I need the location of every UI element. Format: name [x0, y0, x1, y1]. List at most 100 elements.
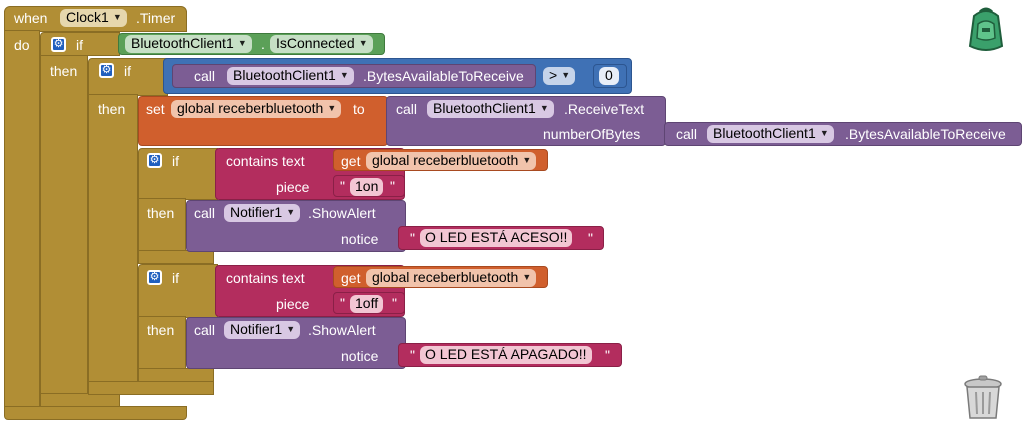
gear-icon[interactable]: ⚙ [99, 63, 114, 78]
bytes-available-method-label: .BytesAvailableToReceive [363, 68, 524, 84]
bluetooth-component-label: BluetoothClient1 [131, 35, 234, 51]
close-quote: " [390, 178, 395, 194]
is-connected-property-dropdown[interactable]: IsConnected ▼ [270, 35, 373, 53]
open-quote: " [410, 347, 415, 363]
receive-call-label: call [396, 101, 418, 117]
event-do-spine [4, 30, 40, 410]
bluetooth-component-label: BluetoothClient1 [713, 125, 816, 141]
close-quote: " [588, 230, 593, 246]
if1-then-label: then [50, 63, 78, 79]
compare-operator-dropdown[interactable]: > ▼ [543, 67, 576, 85]
bluetooth-component-dropdown[interactable]: BluetoothClient1 ▼ [707, 125, 834, 143]
if3-if-label: if [172, 153, 179, 169]
bluetooth-component-label: BluetoothClient1 [233, 67, 336, 83]
get-variable-name: global receberbluetooth [372, 269, 519, 285]
notice-message-value: O LED ESTÁ APAGADO!! [425, 346, 587, 362]
notice-text-field[interactable]: O LED ESTÁ APAGADO!! [420, 346, 592, 364]
notice-text-field[interactable]: O LED ESTÁ ACESO!! [420, 229, 573, 247]
get-variable-dropdown[interactable]: global receberbluetooth ▼ [366, 269, 537, 287]
if2-if-label: if [124, 63, 131, 79]
notice-param-label: notice [341, 348, 379, 364]
piece-text-value: 1off [355, 295, 379, 311]
notifier-component-label: Notifier1 [230, 321, 283, 337]
open-quote: " [410, 230, 415, 246]
set-variable-name: global receberbluetooth [177, 100, 324, 116]
piece-text-field[interactable]: 1on [350, 178, 384, 196]
when-label: when [14, 10, 48, 26]
chevron-down-icon: ▼ [539, 103, 549, 113]
show-alert-call-label: call [194, 205, 216, 221]
chevron-down-icon: ▼ [327, 103, 337, 113]
do-label: do [14, 37, 30, 53]
piece-label: piece [276, 296, 310, 312]
piece-text-value: 1on [355, 178, 379, 194]
contains-text-label: contains text [226, 270, 305, 286]
if1-if-label: if [76, 37, 83, 53]
piece-label: piece [276, 179, 310, 195]
if-connected-bottom [40, 393, 120, 407]
show-alert-call-label: call [194, 322, 216, 338]
if4-if-label: if [172, 270, 179, 286]
trash-icon[interactable] [960, 374, 1006, 420]
get-variable-name: global receberbluetooth [372, 152, 519, 168]
notice-param-label: notice [341, 231, 379, 247]
chevron-down-icon: ▼ [522, 272, 532, 282]
set-variable-dropdown[interactable]: global receberbluetooth ▼ [171, 100, 342, 118]
dot-label: . [261, 36, 265, 52]
bluetooth-component-dropdown[interactable]: BluetoothClient1 ▼ [227, 67, 354, 85]
bytes-available-method-label: .BytesAvailableToReceive [845, 126, 1006, 142]
timer-event-label: .Timer [136, 10, 176, 26]
if-led-off-bottom [138, 368, 214, 382]
receive-text-method-label: .ReceiveText [564, 101, 645, 117]
contains-text-label: contains text [226, 153, 305, 169]
notifier-component-label: Notifier1 [230, 204, 283, 220]
event-bottom-bar [4, 406, 187, 420]
if-connected-spine [40, 55, 88, 395]
gear-icon[interactable]: ⚙ [51, 37, 66, 52]
number-of-bytes-param-label: numberOfBytes [543, 126, 641, 142]
chevron-down-icon: ▼ [286, 207, 296, 217]
chevron-down-icon: ▼ [358, 38, 368, 48]
chevron-down-icon: ▼ [286, 324, 296, 334]
if-bytes-bottom [88, 381, 214, 395]
notice-message-value: O LED ESTÁ ACESO!! [425, 229, 568, 245]
chevron-down-icon: ▼ [339, 70, 349, 80]
set-to-label: to [353, 101, 365, 117]
number-value: 0 [605, 67, 613, 83]
bluetooth-component-dropdown[interactable]: BluetoothClient1 ▼ [427, 100, 554, 118]
clock-component-label: Clock1 [66, 9, 109, 25]
chevron-down-icon: ▼ [522, 155, 532, 165]
notifier-component-dropdown[interactable]: Notifier1 ▼ [224, 321, 301, 339]
gear-icon[interactable]: ⚙ [147, 270, 162, 285]
gear-icon[interactable]: ⚙ [147, 153, 162, 168]
get-label: get [341, 270, 361, 286]
number-zero-field[interactable]: 0 [599, 67, 619, 85]
bytes-call-label: call [676, 126, 698, 142]
if4-then-label: then [147, 322, 175, 338]
show-alert-method-label: .ShowAlert [308, 205, 376, 221]
notifier-component-dropdown[interactable]: Notifier1 ▼ [224, 204, 301, 222]
open-quote: " [340, 295, 345, 311]
chevron-down-icon: ▼ [819, 128, 829, 138]
clock-component-dropdown[interactable]: Clock1 ▼ [60, 9, 127, 27]
is-connected-label: IsConnected [276, 35, 355, 51]
bluetooth-component-label: BluetoothClient1 [433, 100, 536, 116]
if-bytes-spine [88, 94, 138, 384]
operator-label: > [549, 67, 558, 83]
chevron-down-icon: ▼ [112, 12, 122, 22]
if2-then-label: then [98, 101, 126, 117]
set-label: set [146, 101, 165, 117]
if3-then-label: then [147, 205, 175, 221]
bluetooth-component-dropdown[interactable]: BluetoothClient1 ▼ [125, 35, 252, 53]
backpack-icon[interactable] [960, 2, 1012, 54]
if2-call-label: call [194, 68, 216, 84]
piece-text-field[interactable]: 1off [350, 295, 384, 313]
chevron-down-icon: ▼ [561, 70, 571, 80]
if-led-on-bottom [138, 250, 214, 264]
close-quote: " [392, 295, 397, 311]
get-variable-dropdown[interactable]: global receberbluetooth ▼ [366, 152, 537, 170]
show-alert-method-label: .ShowAlert [308, 322, 376, 338]
close-quote: " [605, 347, 610, 363]
open-quote: " [340, 178, 345, 194]
get-label: get [341, 153, 361, 169]
